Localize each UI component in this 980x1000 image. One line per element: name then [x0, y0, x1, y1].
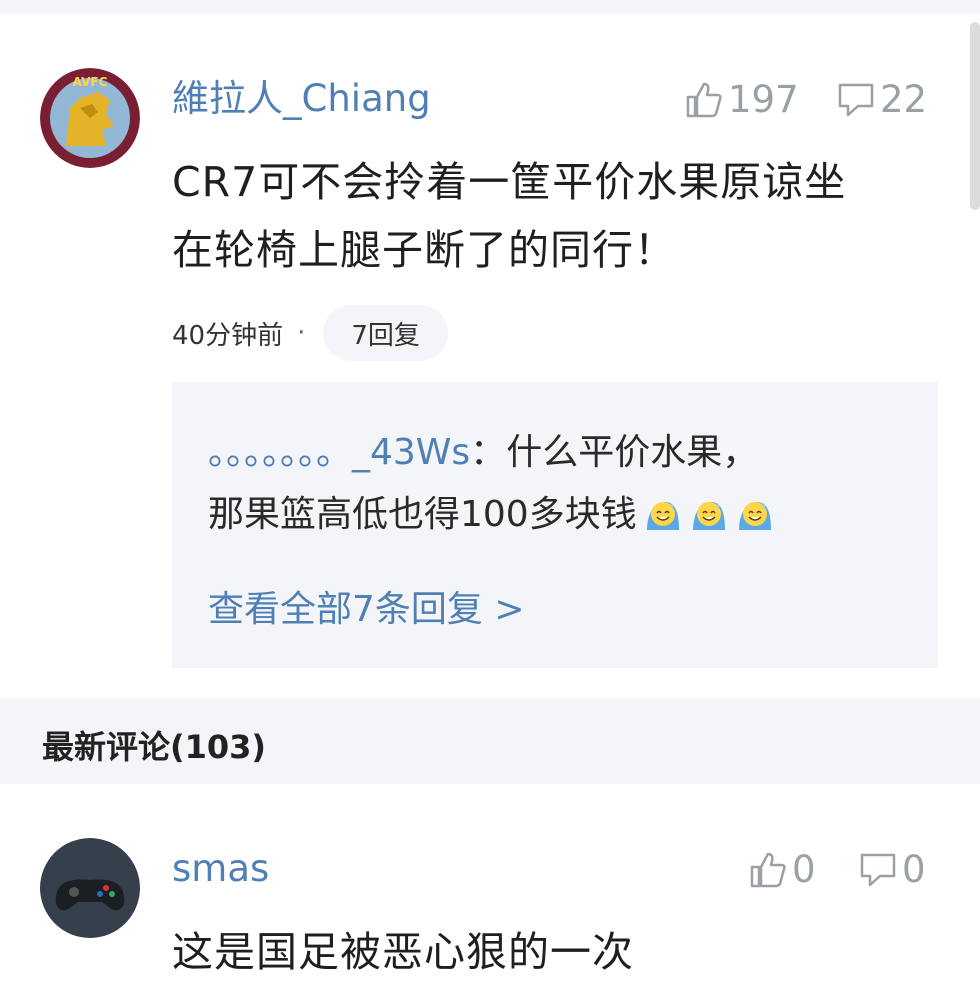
comment-body: CR7可不会拎着一筐平价水果原谅坐 在轮椅上腿子断了的同行！: [172, 148, 932, 284]
thumbs-up-icon: [750, 852, 786, 887]
reply-preview-box: 。。。。。。。_43Ws：什么平价水果， 那果篮高低也得100多块钱 查看全部7…: [172, 382, 938, 668]
reply-preview: 。。。。。。。_43Ws：什么平价水果， 那果篮高低也得100多块钱: [208, 422, 908, 546]
timestamp: 40分钟前: [172, 320, 284, 351]
reply-separator: ：: [470, 432, 507, 473]
reply-username[interactable]: 。。。。。。。_43Ws: [208, 432, 470, 473]
avfc-crest-icon: AVFC: [40, 68, 140, 168]
thumbs-up-icon: [686, 82, 722, 117]
gamepad-photo-icon: [40, 838, 140, 938]
separator-dot: ·: [297, 318, 306, 348]
comment-body: 这是国足被恶心狠的一次: [172, 918, 932, 986]
username[interactable]: smas: [172, 850, 269, 887]
svg-text:AVFC: AVFC: [73, 75, 108, 89]
reply-button[interactable]: 0: [858, 848, 926, 891]
avatar[interactable]: [40, 838, 140, 938]
section-title: 最新评论(103): [42, 728, 267, 766]
reply-count: 22: [880, 78, 928, 121]
comment-line: 在轮椅上腿子断了的同行！: [172, 226, 676, 274]
comment-bubble-icon: [860, 853, 896, 886]
grin-sweat-emoji-icon: [738, 502, 771, 530]
comment-meta: 40分钟前 · 7回复: [172, 305, 448, 361]
reply-count: 0: [902, 848, 926, 891]
grin-sweat-emoji-icon: [646, 502, 679, 530]
like-button[interactable]: 197: [684, 78, 799, 121]
view-all-replies-link[interactable]: 查看全部7条回复 >: [208, 580, 525, 632]
comment-line: 这是国足被恶心狠的一次: [172, 928, 634, 976]
reply-text: 那果篮高低也得100多块钱: [208, 494, 637, 535]
like-count: 0: [792, 848, 816, 891]
comment-line: CR7可不会拎着一筐平价水果原谅坐: [172, 158, 847, 206]
username[interactable]: 維拉人_Chiang: [172, 80, 431, 117]
reply-button[interactable]: 22: [836, 78, 927, 121]
avatar[interactable]: AVFC: [40, 68, 140, 168]
like-button[interactable]: 0: [748, 848, 816, 891]
comment-bubble-icon: [838, 83, 874, 116]
section-header: 最新评论(103): [0, 698, 980, 784]
grin-sweat-emoji-icon: [692, 502, 725, 530]
like-count: 197: [728, 78, 799, 121]
replies-pill[interactable]: 7回复: [323, 305, 448, 361]
reply-text: 什么平价水果，: [506, 432, 759, 473]
scrollbar-thumb[interactable]: [970, 22, 980, 210]
top-divider: [0, 0, 980, 14]
